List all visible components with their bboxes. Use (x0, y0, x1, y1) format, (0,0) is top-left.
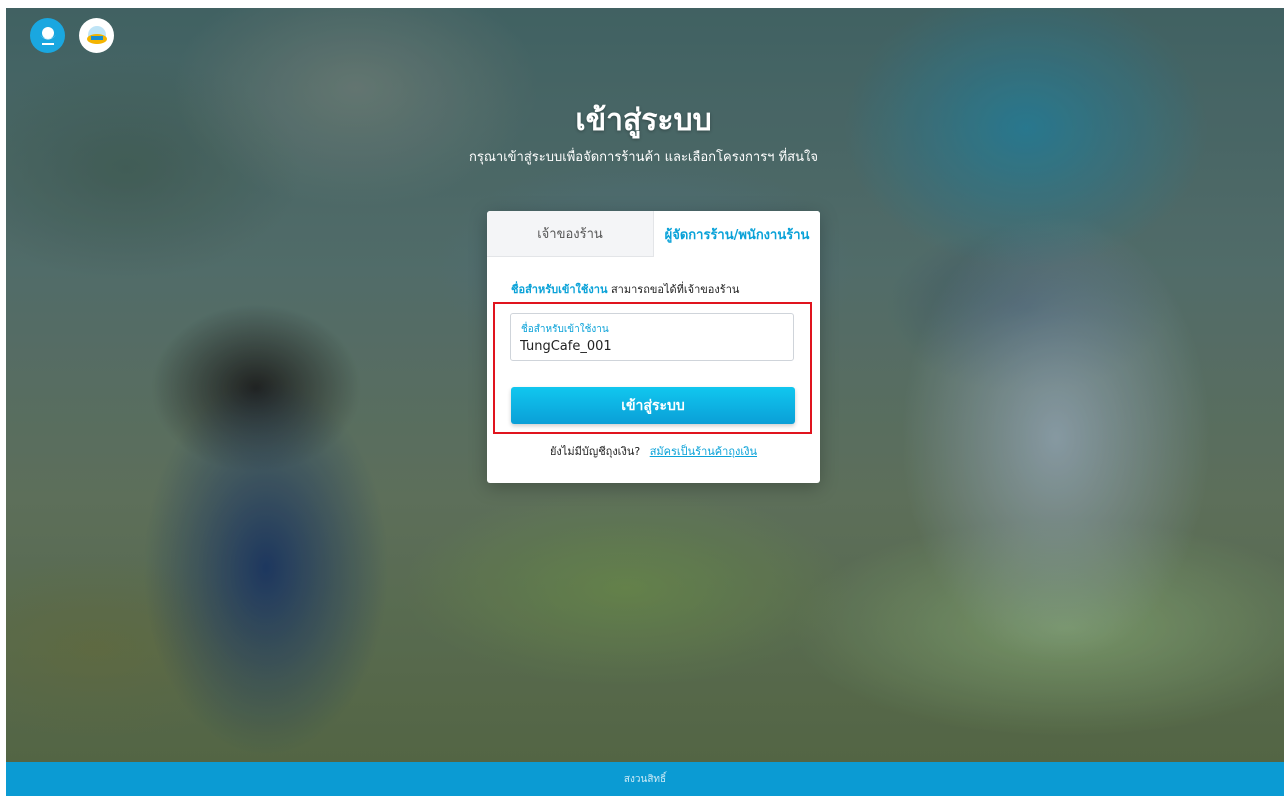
signup-row: ยังไม่มีบัญชีถุงเงิน? สมัครเป็นร้านค้าถุ… (487, 442, 820, 460)
username-field[interactable]: ชื่อสำหรับเข้าใช้งาน (510, 313, 794, 361)
login-card: เจ้าของร้าน ผู้จัดการร้าน/พนักงานร้าน ชื… (487, 211, 820, 483)
money-bag-icon (86, 25, 107, 44)
page-subtitle: กรุณาเข้าสู่ระบบเพื่อจัดการร้านค้า และเล… (469, 150, 818, 165)
username-label: ชื่อสำหรับเข้าใช้งาน (521, 324, 609, 335)
signup-question: ยังไม่มีบัญชีถุงเงิน? (549, 445, 641, 458)
bird-icon (39, 26, 56, 45)
krungthai-logo[interactable] (30, 18, 65, 53)
role-tabs: เจ้าของร้าน ผู้จัดการร้าน/พนักงานร้าน (487, 211, 820, 257)
signup-link[interactable]: สมัครเป็นร้านค้าถุงเงิน (650, 445, 757, 458)
username-hint-link: ชื่อสำหรับเข้าใช้งาน (511, 283, 608, 296)
username-hint: ชื่อสำหรับเข้าใช้งาน สามารถขอได้ที่เจ้าข… (511, 280, 739, 298)
tab-manager-staff[interactable]: ผู้จัดการร้าน/พนักงานร้าน (654, 211, 820, 257)
username-hint-text: สามารถขอได้ที่เจ้าของร้าน (610, 283, 740, 296)
login-button[interactable]: เข้าสู่ระบบ (511, 387, 795, 424)
footer: สงวนสิทธิ์ (6, 762, 1284, 796)
tab-shop-owner[interactable]: เจ้าของร้าน (487, 211, 654, 257)
tungngern-logo[interactable] (79, 18, 114, 53)
page-title: เข้าสู่ระบบ (575, 103, 712, 138)
username-input[interactable] (520, 336, 780, 357)
footer-text: สงวนสิทธิ์ (623, 773, 667, 785)
